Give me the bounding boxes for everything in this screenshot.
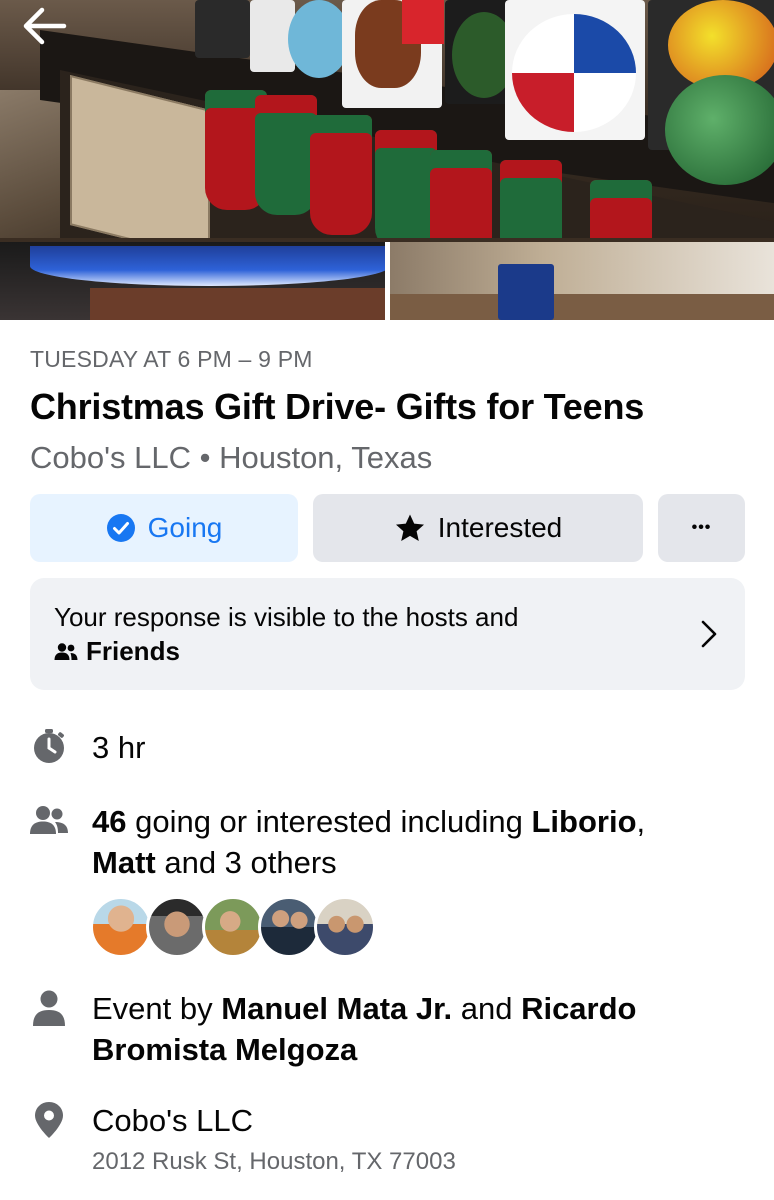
cover-box (498, 264, 554, 320)
going-button[interactable]: Going (30, 494, 298, 562)
attendance-separator: , (636, 804, 646, 839)
event-hosts: Event by Manuel Mata Jr. and Ricardo Bro… (92, 988, 732, 1070)
attendance-text: and 3 others (155, 845, 337, 880)
stopwatch-icon (34, 729, 64, 763)
cover-stocking (500, 160, 562, 238)
cover-box (402, 0, 444, 44)
attendee-name[interactable]: Matt (92, 845, 156, 880)
arrow-left-icon (23, 7, 67, 45)
person-icon (33, 990, 65, 1026)
visibility-text: Your response is visible to the hosts an… (54, 602, 519, 632)
location-address[interactable]: 2012 Rusk St, Houston, TX 77003 (92, 1148, 456, 1176)
interested-label: Interested (437, 512, 563, 543)
cover-ball (665, 75, 774, 185)
cover-stocking (255, 95, 317, 215)
event-datetime: TUESDAY AT 6 PM – 9 PM (30, 346, 313, 372)
star-icon (395, 514, 424, 541)
event-host-location[interactable]: Cobo's LLC • Houston, Texas (30, 440, 432, 476)
going-label: Going (147, 512, 223, 543)
cover-box (195, 0, 250, 58)
attendee-name[interactable]: Liborio (531, 804, 636, 839)
cover-stocking (375, 130, 437, 238)
cover-thumbnail-strip (0, 242, 774, 320)
event-duration: 3 hr (92, 730, 146, 765)
visibility-audience: Friends (54, 636, 180, 667)
back-button[interactable] (18, 4, 70, 48)
location-name[interactable]: Cobo's LLC (92, 1100, 732, 1141)
cover-stocking (430, 150, 492, 238)
interested-button[interactable]: Interested (313, 494, 643, 562)
chevron-right-icon (701, 620, 717, 648)
attendance-count: 46 (92, 804, 127, 839)
hosts-joiner: and (452, 991, 522, 1026)
location-pin-icon (35, 1102, 63, 1138)
cover-ball (288, 0, 350, 78)
cover-ball (512, 14, 636, 132)
people-icon (30, 806, 68, 834)
more-icon: ••• (691, 519, 712, 536)
avatar[interactable] (202, 896, 264, 958)
cover-lamp (30, 246, 385, 286)
cover-stocking (310, 115, 372, 235)
attendance-summary[interactable]: 46 going or interested including Liborio… (92, 801, 732, 883)
avatar[interactable] (258, 896, 320, 958)
response-visibility-notice[interactable]: Your response is visible to the hosts an… (30, 578, 745, 690)
cover-brick-wall (90, 288, 385, 320)
cover-main-image (0, 0, 774, 238)
host-name[interactable]: Manuel Mata Jr. (221, 991, 452, 1026)
cover-shelf (390, 294, 774, 320)
visibility-audience-label: Friends (86, 636, 180, 666)
check-circle-icon (106, 514, 135, 542)
hosts-prefix: Event by (92, 991, 222, 1026)
cover-thumbnail (0, 242, 385, 320)
friends-icon (54, 642, 78, 660)
event-cover-photo[interactable] (0, 0, 774, 320)
cover-thumbnail (390, 242, 774, 320)
avatar[interactable] (314, 896, 376, 958)
avatar[interactable] (146, 896, 208, 958)
attendee-avatars[interactable] (90, 896, 380, 958)
cover-stocking (590, 180, 652, 238)
attendance-text: going or interested including (126, 804, 532, 839)
event-title: Christmas Gift Drive- Gifts for Teens (30, 386, 645, 427)
more-options-button[interactable]: ••• (658, 494, 745, 562)
avatar[interactable] (90, 896, 152, 958)
